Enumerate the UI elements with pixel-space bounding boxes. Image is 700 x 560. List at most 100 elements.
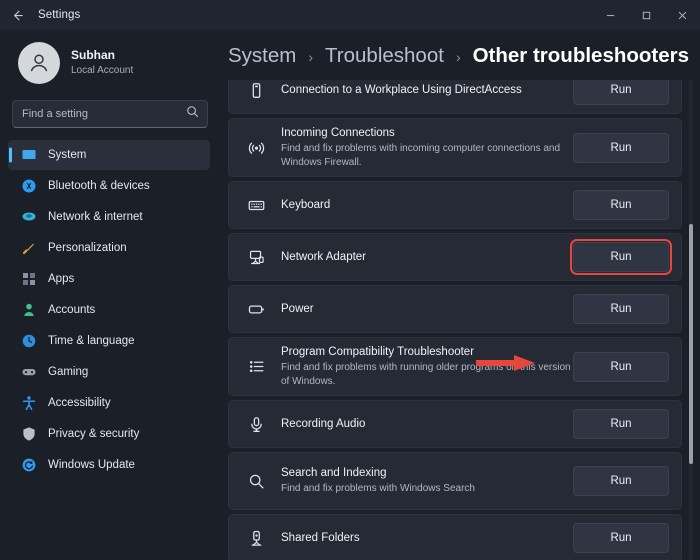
row-text: Shared Folders (281, 531, 573, 546)
shield-icon (23, 427, 35, 441)
broadcast-signal-icon (245, 139, 267, 156)
sidebar-item-apps[interactable]: Apps (8, 264, 210, 294)
run-button[interactable]: Run (573, 132, 669, 163)
sidebar-item-label: Network & internet (48, 211, 143, 223)
keyboard-icon (248, 200, 264, 210)
person-icon (21, 302, 37, 318)
row-text: Program Compatibility Troubleshooter Find… (281, 345, 573, 388)
breadcrumb-separator: › (308, 49, 314, 65)
row-description: Find and fix problems with incoming comp… (281, 143, 561, 168)
list-bullets-icon (245, 358, 267, 375)
row-title: Search and Indexing (281, 467, 387, 480)
device-card-icon (252, 82, 260, 98)
main-panel: System › Troubleshoot › Other troubleshooter… (218, 30, 700, 560)
sidebar-item-personalization[interactable]: Personalization (8, 233, 210, 263)
wifi-icon (22, 212, 36, 221)
breadcrumb-item-system[interactable]: System (228, 44, 296, 68)
close-icon (678, 11, 686, 19)
sidebar-item-label: Personalization (48, 242, 127, 254)
row-title: Network Adapter (281, 250, 367, 263)
close-button[interactable] (664, 0, 700, 30)
breadcrumb-item-troubleshoot[interactable]: Troubleshoot (325, 44, 444, 68)
sidebar-item-network-internet[interactable]: Network & internet (8, 202, 210, 232)
scrollbar[interactable] (686, 80, 696, 560)
sidebar-item-windows-update[interactable]: Windows Update (8, 450, 210, 480)
avatar (18, 42, 60, 84)
sidebar-item-label: System (48, 149, 87, 161)
account-name: Subhan (71, 48, 115, 62)
search-magnifier-icon (245, 473, 267, 490)
row-text: Recording Audio (281, 417, 573, 432)
sidebar-item-label: Bluetooth & devices (48, 180, 150, 192)
battery-icon (248, 304, 264, 314)
window-title: Settings (38, 9, 81, 21)
broadcast-signal-icon (248, 142, 264, 154)
sidebar-item-bluetooth-devices[interactable]: Bluetooth & devices (8, 171, 210, 201)
list-bullets-icon (249, 360, 264, 373)
maximize-icon (642, 11, 650, 19)
title-bar: Settings (0, 0, 700, 30)
troubleshooter-row: Search and Indexing Find and fix problems… (228, 452, 682, 510)
paintbrush-icon (21, 240, 37, 256)
microphone-icon (245, 416, 267, 433)
back-button[interactable] (0, 0, 34, 30)
sidebar-item-accessibility[interactable]: Accessibility (8, 388, 210, 418)
search-input[interactable] (13, 108, 207, 120)
breadcrumb-item-other-troubleshooters: Other troubleshooters (472, 44, 690, 67)
sidebar-item-label: Windows Update (48, 459, 135, 471)
account-block[interactable]: Subhan Local Account (8, 30, 210, 98)
troubleshooter-row: Program Compatibility Troubleshooter Find… (228, 337, 682, 396)
sidebar-item-gaming[interactable]: Gaming (8, 357, 210, 387)
sidebar-item-privacy-security[interactable]: Privacy & security (8, 419, 210, 449)
run-button[interactable]: Run (573, 190, 669, 220)
scrollbar-thumb[interactable] (689, 224, 693, 464)
account-text: Subhan Local Account (71, 48, 133, 78)
troubleshooter-row: Shared Folders Run (228, 514, 682, 560)
keyboard-icon (245, 197, 267, 214)
microphone-icon (250, 416, 262, 432)
run-button[interactable]: Run (573, 294, 669, 324)
row-text: Keyboard (281, 198, 573, 213)
search-icon (186, 105, 199, 123)
person-avatar-icon (30, 54, 48, 72)
row-description: Find and fix problems with Windows Searc… (281, 483, 475, 495)
sidebar-item-time-language[interactable]: Time & language (8, 326, 210, 356)
window-controls (592, 0, 700, 30)
sidebar-item-accounts[interactable]: Accounts (8, 295, 210, 325)
row-title: Program Compatibility Troubleshooter (281, 346, 475, 358)
sidebar-item-label: Privacy & security (48, 428, 140, 440)
troubleshooter-scroll-area: Connection to a Workplace Using DirectAc… (218, 80, 700, 560)
run-button[interactable]: Run (573, 466, 669, 496)
troubleshooter-row: Power Run (228, 285, 682, 333)
minimize-button[interactable] (592, 0, 628, 30)
troubleshooter-row: Connection to a Workplace Using DirectAc… (228, 80, 682, 114)
row-title: Connection to a Workplace Using DirectAc… (281, 83, 522, 96)
troubleshooter-row: Keyboard Run (228, 181, 682, 229)
troubleshooter-list: Connection to a Workplace Using DirectAc… (218, 80, 682, 560)
shield-icon (21, 426, 37, 442)
minimize-icon (606, 14, 614, 16)
clock-icon (21, 333, 37, 349)
row-text: Network Adapter (281, 250, 573, 265)
troubleshooter-row: Incoming Connections Find and fix problem… (228, 118, 682, 177)
sidebar-item-system[interactable]: System (8, 140, 210, 170)
wifi-icon (21, 209, 37, 225)
person-icon (24, 303, 34, 316)
gamepad-icon (22, 369, 36, 376)
run-button[interactable]: Run (573, 409, 669, 439)
accessibility-icon (21, 395, 37, 411)
accessibility-icon (22, 396, 36, 411)
monitor-icon (21, 147, 37, 163)
search-box[interactable] (12, 100, 208, 128)
row-title: Recording Audio (281, 417, 366, 430)
maximize-button[interactable] (628, 0, 664, 30)
clock-icon (22, 334, 36, 348)
run-button[interactable]: Run (570, 239, 672, 275)
run-button[interactable]: Run (573, 351, 669, 382)
run-button[interactable]: Run (573, 80, 669, 105)
run-button[interactable]: Run (573, 523, 669, 553)
apps-grid-icon (23, 273, 35, 285)
device-card-icon (245, 82, 267, 99)
network-computer-icon (249, 250, 264, 264)
row-title: Keyboard (281, 198, 331, 211)
